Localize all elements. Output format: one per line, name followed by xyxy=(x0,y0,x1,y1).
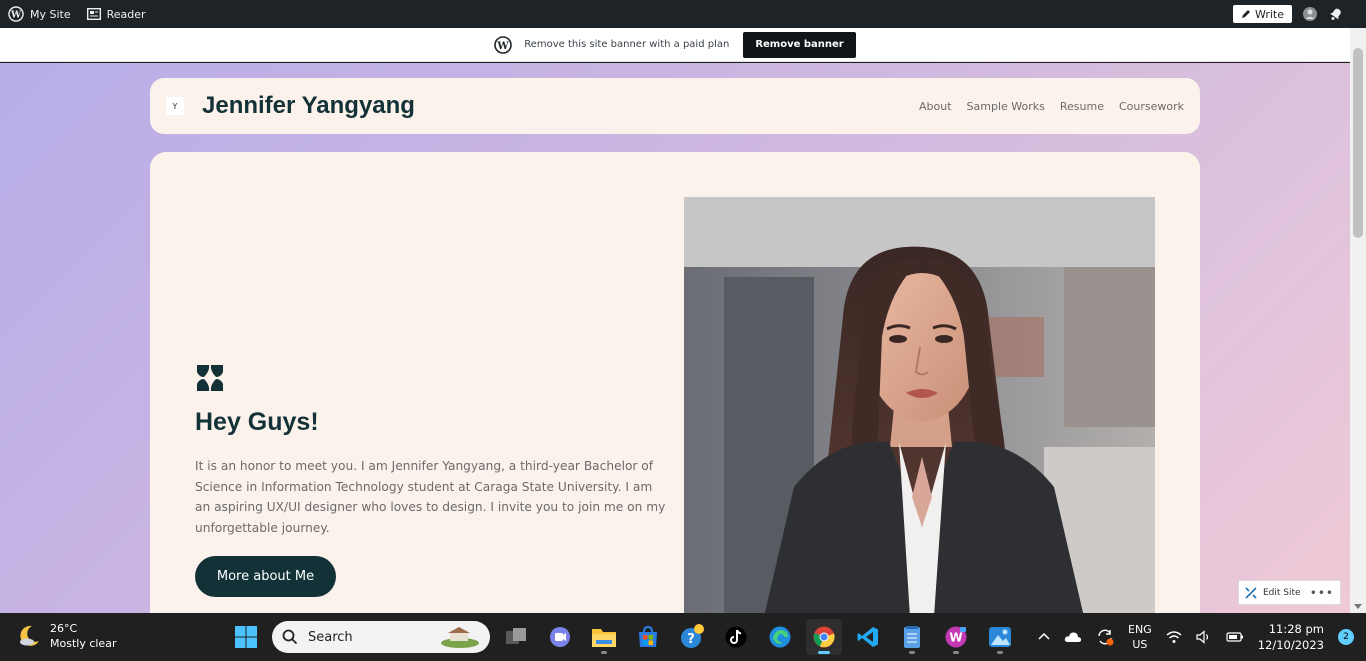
microsoft-store-app[interactable] xyxy=(630,619,666,655)
moon-icon xyxy=(20,625,39,646)
region-code: US xyxy=(1132,638,1148,651)
weather-temp: 26°C xyxy=(50,622,78,635)
wp-admin-bar: W My Site Reader Write xyxy=(0,0,1366,28)
pen-icon xyxy=(1241,10,1250,18)
windows-taskbar: 26°C Mostly clear Search ? W ENG US 11:2… xyxy=(0,613,1366,661)
task-view-icon xyxy=(506,628,526,644)
remove-banner-button[interactable]: Remove banner xyxy=(743,31,856,58)
nav-about[interactable]: About xyxy=(919,100,952,113)
tiktok-app[interactable] xyxy=(718,619,754,655)
battery-icon[interactable] xyxy=(1226,631,1244,643)
tiktok-icon xyxy=(725,626,747,648)
svg-text:W: W xyxy=(497,41,510,52)
tools-icon xyxy=(1245,586,1257,599)
my-site-link[interactable]: W My Site xyxy=(0,0,79,28)
help-icon: ? xyxy=(681,624,704,648)
site-page: Y Jennifer Yangyang About Sample Works R… xyxy=(0,63,1350,613)
notepad-icon xyxy=(904,626,920,648)
weather-widget[interactable]: 26°C Mostly clear xyxy=(16,621,116,651)
search-placeholder: Search xyxy=(308,629,353,645)
onedrive-cloud-icon[interactable] xyxy=(1064,631,1082,643)
get-help-app[interactable]: ? xyxy=(674,619,710,655)
notification-badge[interactable]: 2 xyxy=(1338,629,1354,645)
clover-logo-icon xyxy=(197,365,223,391)
wordpress-icon: W xyxy=(8,6,24,22)
upgrade-banner: W Remove this site banner with a paid pl… xyxy=(0,28,1350,62)
portrait-photo xyxy=(684,197,1155,613)
wps-office-app[interactable]: W xyxy=(938,619,974,655)
reader-label: Reader xyxy=(106,7,146,21)
folder-icon xyxy=(592,629,616,647)
clock-time: 11:28 pm xyxy=(1268,622,1324,636)
hero-section: Hey Guys! It is an honor to meet you. I … xyxy=(150,152,1200,613)
reader-link[interactable]: Reader xyxy=(79,0,154,28)
more-options-icon[interactable]: ••• xyxy=(1310,586,1334,600)
edge-icon xyxy=(769,626,791,648)
wps-icon: W xyxy=(945,626,967,648)
more-about-me-button[interactable]: More about Me xyxy=(195,556,336,597)
edit-site-label: Edit Site xyxy=(1263,587,1301,598)
scroll-down-arrow-icon[interactable] xyxy=(1354,604,1362,609)
notepad-app[interactable] xyxy=(894,619,930,655)
task-view-button[interactable] xyxy=(498,619,534,655)
start-button[interactable] xyxy=(228,619,264,655)
hero-heading: Hey Guys! xyxy=(195,408,319,436)
nav-sample-works[interactable]: Sample Works xyxy=(967,100,1045,113)
page-scrollbar[interactable] xyxy=(1350,28,1366,613)
banner-text: Remove this site banner with a paid plan xyxy=(524,39,730,50)
taskbar-apps: Search ? W xyxy=(228,617,1018,657)
site-title[interactable]: Jennifer Yangyang xyxy=(202,92,415,120)
clock[interactable]: 11:28 pm 12/10/2023 xyxy=(1258,621,1324,653)
search-icon xyxy=(282,629,298,645)
sync-update-icon[interactable] xyxy=(1096,628,1114,646)
write-label: Write xyxy=(1254,7,1284,21)
file-explorer-app[interactable] xyxy=(586,619,622,655)
my-site-label: My Site xyxy=(30,7,71,21)
system-tray: ENG US 11:28 pm 12/10/2023 2 xyxy=(1038,613,1354,661)
scrollbar-thumb[interactable] xyxy=(1353,48,1363,238)
lang-code: ENG xyxy=(1128,623,1152,636)
weather-desc: Mostly clear xyxy=(50,637,117,650)
svg-text:W: W xyxy=(10,11,22,21)
taskbar-search[interactable]: Search xyxy=(272,621,490,653)
primary-nav: About Sample Works Resume Coursework xyxy=(919,100,1184,113)
photos-app[interactable] xyxy=(982,619,1018,655)
site-logo[interactable]: Y xyxy=(166,97,184,115)
nav-coursework[interactable]: Coursework xyxy=(1119,100,1184,113)
profile-avatar-icon[interactable] xyxy=(1302,6,1318,22)
windows-logo-icon xyxy=(235,626,257,648)
reader-icon xyxy=(86,8,101,20)
write-button[interactable]: Write xyxy=(1232,5,1292,23)
show-hidden-icons-chevron-icon[interactable] xyxy=(1038,631,1050,643)
input-language-indicator[interactable]: ENG US xyxy=(1128,622,1152,652)
vscode-app[interactable] xyxy=(850,619,886,655)
search-highlight-icon xyxy=(441,627,479,648)
vscode-icon xyxy=(857,627,878,647)
chrome-icon xyxy=(813,626,835,648)
svg-text:W: W xyxy=(949,631,962,645)
clock-date: 12/10/2023 xyxy=(1257,638,1324,652)
teams-chat-app[interactable] xyxy=(542,619,578,655)
store-icon xyxy=(639,625,657,647)
notifications-bell-icon[interactable] xyxy=(1328,6,1344,22)
volume-icon[interactable] xyxy=(1196,630,1212,644)
svg-text:?: ? xyxy=(687,632,695,647)
chat-icon xyxy=(550,627,570,647)
photos-icon xyxy=(989,627,1011,647)
nav-resume[interactable]: Resume xyxy=(1060,100,1104,113)
wordpress-icon: W xyxy=(494,35,513,54)
edge-browser-app[interactable] xyxy=(762,619,798,655)
hero-description: It is an honor to meet you. I am Jennife… xyxy=(195,459,666,535)
wifi-icon[interactable] xyxy=(1166,630,1182,644)
edit-site-widget[interactable]: Edit Site ••• xyxy=(1238,580,1341,605)
chrome-browser-app[interactable] xyxy=(806,619,842,655)
site-header: Y Jennifer Yangyang About Sample Works R… xyxy=(150,78,1200,134)
